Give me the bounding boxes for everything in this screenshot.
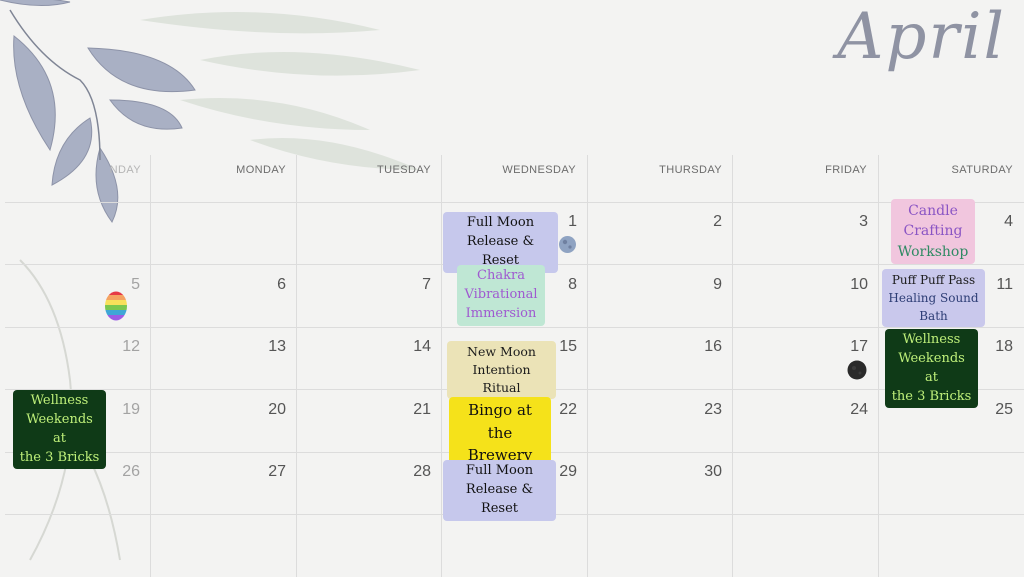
row-divider — [5, 327, 1024, 328]
day-number[interactable]: 19 — [100, 401, 140, 419]
event-line: Release & Reset — [465, 481, 534, 516]
event-wellness-weekends[interactable]: Wellness Weekends at the 3 Bricks — [885, 329, 978, 409]
event-line: Candle — [908, 203, 958, 219]
day-number[interactable]: 9 — [682, 276, 722, 294]
event-line: Full Moon — [466, 215, 535, 230]
event-line: Immersion — [465, 305, 537, 321]
event-line: Full Moon — [465, 463, 534, 478]
event-line: Weekends at — [898, 350, 965, 385]
day-header-saturday: SATURDAY — [951, 164, 1013, 176]
day-number[interactable]: 13 — [246, 338, 286, 356]
new-moon-icon — [847, 360, 867, 380]
event-line: Healing Sound — [888, 291, 979, 305]
day-number[interactable]: 20 — [246, 401, 286, 419]
day-number[interactable]: 6 — [246, 276, 286, 294]
day-number[interactable]: 26 — [100, 463, 140, 481]
day-number[interactable]: 27 — [246, 463, 286, 481]
day-number[interactable]: 25 — [973, 401, 1013, 419]
day-number[interactable]: 16 — [682, 338, 722, 356]
day-number[interactable]: 18 — [973, 338, 1013, 356]
event-line: Wellness — [30, 393, 89, 408]
day-header-wednesday: WEDNESDAY — [502, 164, 576, 176]
day-header-thursday: THURSDAY — [659, 164, 722, 176]
event-line: Bingo at the — [468, 401, 532, 442]
day-header-tuesday: TUESDAY — [377, 164, 431, 176]
day-header-sunday: NDAY — [109, 164, 141, 176]
day-number[interactable]: 21 — [391, 401, 431, 419]
event-chakra-immersion[interactable]: Chakra Vibrational Immersion — [457, 265, 545, 326]
event-line: Puff Puff Pass — [891, 273, 976, 287]
full-moon-icon — [559, 236, 576, 253]
day-number[interactable]: 2 — [682, 213, 722, 231]
event-line: Workshop — [897, 243, 969, 260]
event-wellness-weekends[interactable]: Wellness Weekends at the 3 Bricks — [13, 390, 106, 470]
event-candle-crafting[interactable]: Candle Crafting Workshop — [891, 199, 975, 264]
day-header-friday: FRIDAY — [825, 164, 867, 176]
event-new-moon-intention[interactable]: New Moon Intention Ritual — [447, 341, 556, 400]
day-number[interactable]: 14 — [391, 338, 431, 356]
day-number[interactable]: 30 — [682, 463, 722, 481]
event-line: Bath — [919, 309, 948, 323]
event-line: the 3 Bricks — [891, 388, 972, 404]
day-number[interactable]: 12 — [100, 338, 140, 356]
day-number[interactable]: 7 — [391, 276, 431, 294]
event-line: Chakra — [477, 268, 525, 283]
day-number[interactable]: 17 — [828, 338, 868, 356]
event-line: Weekends at — [26, 411, 93, 446]
month-title: April — [837, 0, 1006, 74]
day-number[interactable]: 24 — [828, 401, 868, 419]
event-full-moon-release[interactable]: Full Moon Release & Reset — [443, 212, 558, 273]
event-line: the 3 Bricks — [19, 449, 100, 465]
event-line: Wellness — [902, 332, 961, 347]
event-bingo-brewery[interactable]: Bingo at the Brewery — [449, 397, 551, 469]
event-line: Vibrational — [464, 286, 538, 302]
day-number[interactable]: 4 — [973, 213, 1013, 231]
row-divider — [5, 202, 1024, 203]
event-full-moon-release[interactable]: Full Moon Release & Reset — [443, 460, 556, 521]
day-number[interactable]: 3 — [828, 213, 868, 231]
day-header-monday: MONDAY — [236, 164, 286, 176]
day-number[interactable]: 23 — [682, 401, 722, 419]
day-number[interactable]: 10 — [828, 276, 868, 294]
event-line: New Moon — [467, 344, 536, 359]
day-number[interactable]: 28 — [391, 463, 431, 481]
event-line: Crafting — [903, 223, 963, 240]
event-healing-sound-bath[interactable]: Puff Puff Pass Healing Sound Bath — [882, 269, 985, 327]
event-line: Intention Ritual — [472, 362, 531, 396]
calendar-grid: NDAY MONDAY TUESDAY WEDNESDAY THURSDAY F… — [0, 155, 1024, 577]
easter-egg-icon — [105, 291, 127, 321]
